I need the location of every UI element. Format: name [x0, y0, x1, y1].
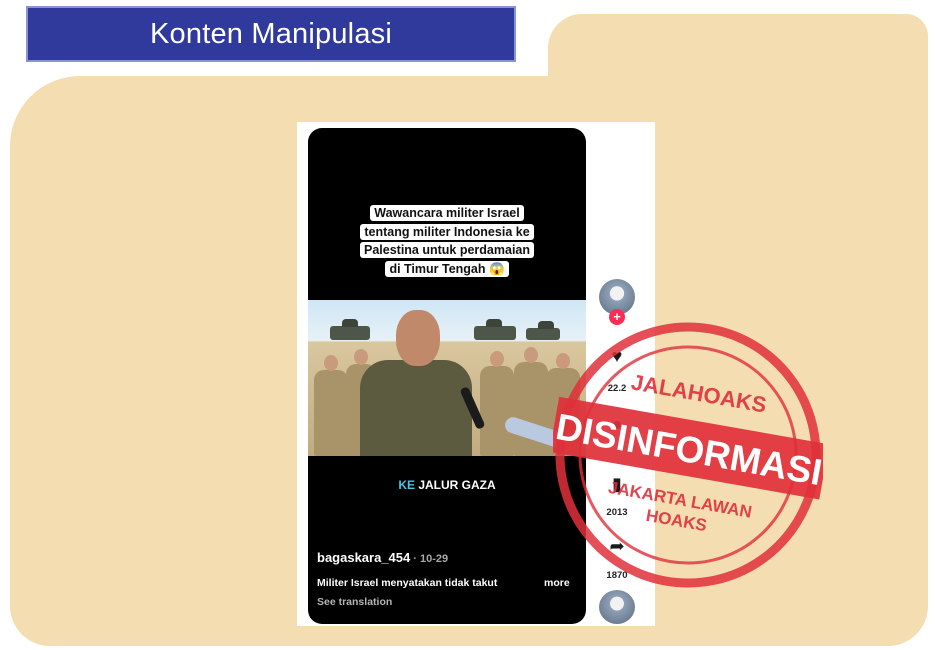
subtitle-text: JALUR GAZA: [415, 478, 496, 492]
video-subtitle: KE JALUR GAZA: [308, 478, 586, 492]
page-title-text: Konten Manipulasi: [150, 17, 392, 50]
tank-shape: [330, 319, 370, 340]
sound-disc-icon[interactable]: [599, 590, 635, 624]
officer-figure: [360, 360, 472, 456]
stamp-top-text: JALAHOAKS: [629, 369, 768, 417]
username[interactable]: bagaskara_454: [317, 550, 410, 565]
disinformasi-stamp: JALAHOAKS DISINFORMASI JAKARTA LAWAN HOA…: [553, 322, 823, 588]
page-title: Konten Manipulasi: [26, 6, 516, 62]
soldier-figure: [480, 351, 514, 456]
video-caption: Wawancara militer Israel tentang militer…: [358, 204, 536, 278]
post-description: Militer Israel menyatakan tidak takut: [317, 577, 498, 589]
author-line[interactable]: bagaskara_454 · 10-29: [317, 550, 448, 565]
subtitle-highlight: KE: [398, 478, 415, 492]
see-translation-link[interactable]: See translation: [317, 596, 392, 608]
tank-shape: [474, 319, 516, 340]
officer-head: [396, 310, 440, 366]
stamp-main-text: DISINFORMASI: [553, 406, 823, 493]
video-player[interactable]: Wawancara militer Israel tentang militer…: [308, 128, 586, 624]
video-caption-text: Wawancara militer Israel tentang militer…: [359, 205, 535, 277]
post-date: · 10-29: [410, 553, 449, 565]
video-frame: [308, 300, 586, 456]
soldier-figure: [314, 355, 348, 456]
